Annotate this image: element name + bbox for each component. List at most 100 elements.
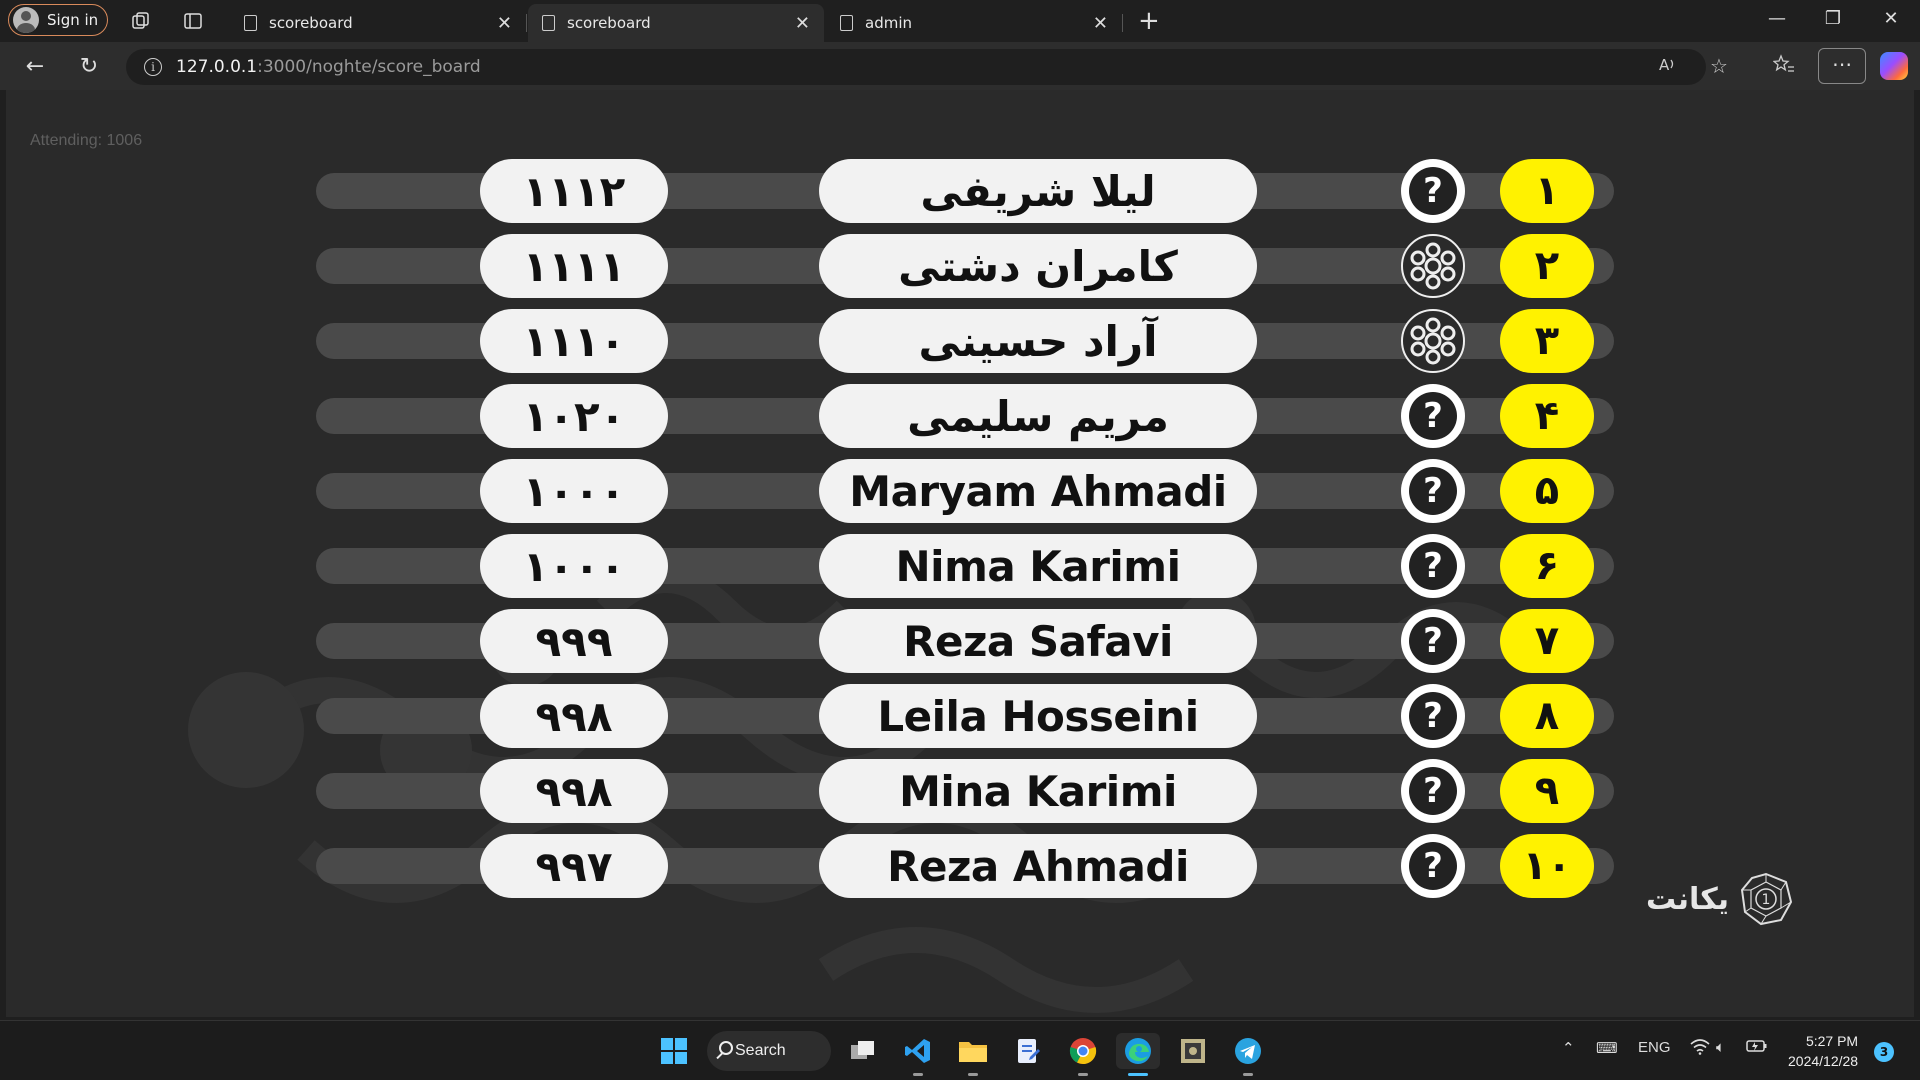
score-pill: ۱۱۱۱ — [480, 234, 668, 298]
leaderboard-row: ۹۹۸ Leila Hosseini? ۸ — [316, 684, 1614, 748]
system-clock[interactable]: 5:27 PM 2024/12/28 — [1788, 1031, 1858, 1071]
windows-taskbar: Search ⌃ ⌨ ENG 🔈︎ 5:27 PM 2024/12/28 3 — [0, 1020, 1920, 1080]
running-indicator — [1078, 1073, 1088, 1076]
active-indicator — [1128, 1073, 1148, 1076]
rank-badge: ۲ — [1500, 234, 1594, 298]
task-view-icon[interactable] — [845, 1033, 881, 1069]
volume-icon[interactable]: 🔈︎ — [1716, 1039, 1725, 1056]
rank-badge: ۶ — [1500, 534, 1594, 598]
player-name: Leila Hosseini — [819, 684, 1257, 748]
running-indicator — [968, 1073, 978, 1076]
more-options-button[interactable]: ⋯ — [1818, 48, 1866, 84]
screenshot-tool-icon[interactable] — [1175, 1033, 1211, 1069]
svg-text:A: A — [1659, 56, 1670, 74]
rank-badge: ۵ — [1500, 459, 1594, 523]
url-host: 127.0.0.1 — [176, 57, 258, 77]
scoreboard-page: Attending: 1006 ۱۱۱۲ لیلا شریفی? ۱ ۱۱۱۱ کامر… — [6, 90, 1914, 1017]
question-mark-icon: ? — [1409, 167, 1457, 215]
score-pill: ۹۹۷ — [480, 834, 668, 898]
player-name: مریم سلیمی — [819, 384, 1257, 448]
tab-actions-icon[interactable] — [182, 10, 204, 32]
unknown-avatar-icon: ? — [1401, 609, 1465, 673]
input-language[interactable]: ENG — [1638, 1039, 1671, 1056]
question-mark-icon: ? — [1409, 842, 1457, 890]
restore-icon[interactable]: ❐ — [1818, 8, 1848, 29]
workspaces-icon[interactable] — [130, 10, 152, 32]
unknown-avatar-icon: ? — [1401, 459, 1465, 523]
chrome-icon[interactable] — [1065, 1033, 1101, 1069]
pattern-avatar-icon — [1401, 309, 1465, 373]
page-icon — [244, 15, 257, 31]
score-pill: ۱۱۱۰ — [480, 309, 668, 373]
page-icon — [840, 15, 853, 31]
wifi-icon[interactable] — [1690, 1039, 1710, 1059]
close-tab-icon[interactable]: ✕ — [497, 13, 512, 34]
tab-title: admin — [865, 14, 912, 32]
read-aloud-icon[interactable]: A — [1654, 54, 1682, 79]
rank-badge: ۳ — [1500, 309, 1594, 373]
unknown-avatar-icon: ? — [1401, 384, 1465, 448]
site-info-icon[interactable]: i — [144, 58, 162, 76]
tab-title: scoreboard — [269, 14, 353, 32]
question-mark-icon: ? — [1409, 617, 1457, 665]
keyboard-icon[interactable]: ⌨ — [1596, 1039, 1618, 1057]
unknown-avatar-icon: ? — [1401, 759, 1465, 823]
rank-badge: ۸ — [1500, 684, 1594, 748]
tab-separator — [526, 14, 527, 32]
search-label: Search — [735, 1042, 786, 1059]
leaderboard-row: ۱۱۱۲ لیلا شریفی? ۱ — [316, 159, 1614, 223]
player-name: Mina Karimi — [819, 759, 1257, 823]
notification-badge[interactable]: 3 — [1874, 1042, 1894, 1062]
copilot-icon[interactable] — [1880, 52, 1908, 80]
edge-icon[interactable] — [1116, 1033, 1160, 1069]
tab-admin[interactable]: admin ✕ — [826, 4, 1123, 42]
battery-icon[interactable] — [1746, 1039, 1768, 1057]
new-tab-button[interactable]: + — [1138, 6, 1160, 36]
tab-scoreboard-2[interactable]: scoreboard ✕ — [528, 4, 824, 42]
notepad-icon[interactable] — [1010, 1033, 1046, 1069]
telegram-icon[interactable] — [1230, 1033, 1266, 1069]
leaderboard-row: ۱۰۰۰ Maryam Ahmadi? ۵ — [316, 459, 1614, 523]
running-indicator — [913, 1073, 923, 1076]
tab-separator — [1122, 14, 1123, 32]
close-tab-icon[interactable]: ✕ — [1093, 13, 1108, 34]
rank-badge: ۱ — [1500, 159, 1594, 223]
score-pill: ۹۹۸ — [480, 759, 668, 823]
brand-logo: یکانت 1 — [1646, 872, 1793, 926]
pattern-avatar-icon — [1401, 234, 1465, 298]
player-name: Nima Karimi — [819, 534, 1257, 598]
rank-badge: ۴ — [1500, 384, 1594, 448]
unknown-avatar-icon: ? — [1401, 534, 1465, 598]
profile-avatar-icon — [13, 7, 39, 33]
rank-badge: ۱۰ — [1500, 834, 1594, 898]
score-pill: ۱۰۲۰ — [480, 384, 668, 448]
unknown-avatar-icon: ? — [1401, 684, 1465, 748]
url-path: :3000/noghte/score_board — [257, 57, 481, 77]
leaderboard-row: ۹۹۸ Mina Karimi? ۹ — [316, 759, 1614, 823]
file-explorer-icon[interactable] — [955, 1033, 991, 1069]
close-window-icon[interactable]: ✕ — [1876, 8, 1906, 29]
address-bar-row: ← ↻ i 127.0.0.1:3000/noghte/score_board … — [0, 42, 1920, 90]
leaderboard-row: ۱۱۱۱ کامران دشتی ۲ — [316, 234, 1614, 298]
minimize-icon[interactable]: — — [1762, 8, 1792, 29]
favorite-star-icon[interactable]: ☆ — [1705, 54, 1733, 78]
player-name: لیلا شریفی — [819, 159, 1257, 223]
show-hidden-icons[interactable]: ⌃ — [1562, 1039, 1575, 1057]
page-icon — [542, 15, 555, 31]
reload-icon[interactable]: ↻ — [76, 54, 102, 79]
taskbar-search-button[interactable]: Search — [707, 1031, 831, 1071]
tab-scoreboard-1[interactable]: scoreboard ✕ — [230, 4, 527, 42]
windows-start-icon[interactable] — [656, 1033, 692, 1069]
vscode-icon[interactable] — [900, 1033, 936, 1069]
favorites-list-icon[interactable] — [1770, 54, 1798, 79]
url-field[interactable]: i 127.0.0.1:3000/noghte/score_board — [126, 49, 1706, 85]
unknown-avatar-icon: ? — [1401, 159, 1465, 223]
sign-in-button[interactable]: Sign in — [8, 4, 108, 36]
back-arrow-icon[interactable]: ← — [22, 54, 48, 79]
question-mark-icon: ? — [1409, 467, 1457, 515]
browser-tab-bar: Sign in scoreboard ✕ scoreboard ✕ admin … — [0, 0, 1920, 42]
clock-date: 2024/12/28 — [1788, 1053, 1859, 1069]
score-pill: ۱۰۰۰ — [480, 459, 668, 523]
question-mark-icon: ? — [1409, 392, 1457, 440]
close-tab-icon[interactable]: ✕ — [795, 13, 810, 34]
